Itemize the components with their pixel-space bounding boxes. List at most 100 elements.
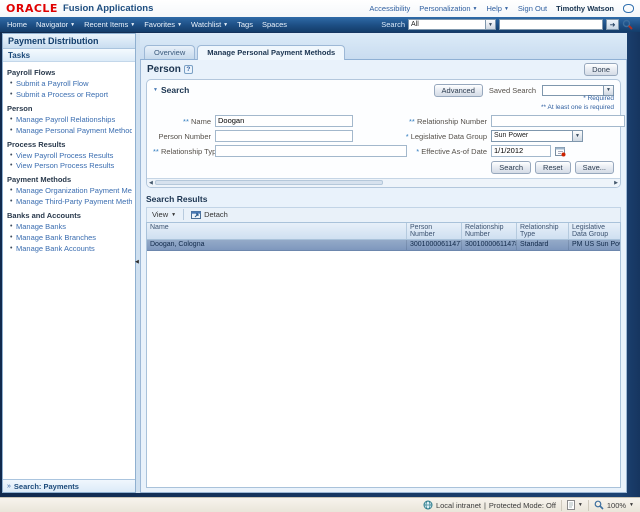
- bullet-icon: •: [10, 223, 13, 230]
- scrollbar-thumb[interactable]: [154, 180, 383, 186]
- results-table: Name Person Number Relationship Number R…: [146, 221, 621, 488]
- cell-person-number: 300100006114775: [407, 239, 462, 250]
- chevron-down-icon: ▼: [472, 5, 478, 12]
- oracle-logo: ORACLE: [6, 2, 58, 15]
- column-header-relationship-number[interactable]: Relationship Number: [462, 222, 517, 239]
- horizontal-scrollbar[interactable]: ◀ ▶: [147, 177, 620, 187]
- person-number-field[interactable]: [215, 129, 353, 142]
- task-link-view-payroll-process-results[interactable]: • View Payroll Process Results: [7, 151, 132, 162]
- task-link-manage-banks[interactable]: • Manage Banks: [7, 222, 132, 233]
- personalization-menu[interactable]: Personalization ▼: [419, 4, 477, 13]
- collapse-sidebar-icon[interactable]: ◀: [135, 259, 139, 265]
- search-input[interactable]: [499, 19, 603, 30]
- advanced-search-icon[interactable]: [622, 19, 633, 30]
- chevron-down-icon: ▼: [604, 84, 614, 96]
- chevron-down-icon: ▼: [70, 21, 76, 28]
- task-link-submit-process-report[interactable]: • Submit a Process or Report: [7, 90, 132, 101]
- logged-in-user: Timothy Watson: [556, 4, 614, 13]
- relationship-number-field[interactable]: [491, 114, 625, 127]
- task-link-manage-organization-payment-methods[interactable]: •Manage Organization Payment Methods: [7, 186, 132, 197]
- page-options[interactable]: ▼: [566, 500, 583, 510]
- advanced-button[interactable]: Advanced: [433, 83, 483, 97]
- search-go-button[interactable]: ➜: [606, 19, 619, 30]
- detach-icon: [191, 210, 202, 220]
- page-icon: [566, 500, 575, 510]
- task-link-view-person-process-results[interactable]: • View Person Process Results: [7, 161, 132, 172]
- cell-relationship-type: Standard: [517, 239, 569, 250]
- chevron-down-icon: ▼: [577, 502, 583, 508]
- name-field[interactable]: [215, 114, 353, 127]
- nav-navigator[interactable]: Navigator ▼: [36, 20, 75, 29]
- accessibility-link[interactable]: Accessibility: [369, 4, 410, 13]
- status-divider: |: [483, 500, 486, 510]
- task-link-manage-personal-payment-methods[interactable]: • Manage Personal Payment Methods: [7, 126, 132, 137]
- scroll-left-icon[interactable]: ◀: [149, 180, 153, 186]
- effective-date-field[interactable]: [491, 144, 551, 157]
- done-button[interactable]: Done: [584, 63, 618, 76]
- task-link-manage-bank-accounts[interactable]: • Manage Bank Accounts: [7, 244, 132, 255]
- statusbar-separator: [587, 499, 589, 511]
- view-menu[interactable]: View ▼: [152, 210, 176, 219]
- tasks-list: Payroll Flows • Submit a Payroll Flow • Su…: [3, 62, 135, 479]
- section-title-process-results: Process Results: [7, 139, 66, 149]
- search-form: ** Name Person Number ** Relationship Ty…: [153, 114, 625, 159]
- sidebar-splitter[interactable]: ◀: [135, 33, 140, 493]
- search-results-title: Search Results: [146, 193, 208, 204]
- task-link-manage-bank-branches[interactable]: • Manage Bank Branches: [7, 233, 132, 244]
- sign-out-link[interactable]: Sign Out: [518, 4, 547, 13]
- column-header-person-number[interactable]: Person Number: [407, 222, 462, 239]
- main-area: Payment Distribution Tasks Payroll Flows…: [0, 32, 640, 497]
- search-button[interactable]: Search: [491, 160, 532, 174]
- bullet-icon: •: [10, 126, 13, 134]
- column-header-name[interactable]: Name: [147, 222, 407, 239]
- task-link-submit-payroll-flow[interactable]: • Submit a Payroll Flow: [7, 79, 132, 90]
- calendar-icon[interactable]: [555, 146, 566, 157]
- content-region: Overview Manage Personal Payment Methods…: [140, 33, 627, 493]
- table-row[interactable]: Doogan, Cologna 300100006114775 30010000…: [147, 239, 620, 251]
- page-header: Person ? Done: [141, 60, 626, 78]
- bullet-icon: •: [10, 162, 13, 170]
- detach-button[interactable]: Detach: [191, 210, 228, 220]
- nav-tags[interactable]: Tags: [237, 20, 253, 29]
- task-link-manage-payroll-relationships[interactable]: • Manage Payroll Relationships: [7, 115, 132, 126]
- sidebar-title: Payment Distribution: [3, 34, 135, 49]
- bullet-icon: •: [10, 115, 13, 123]
- help-menu[interactable]: Help ▼: [487, 4, 509, 13]
- table-empty-area: [147, 250, 620, 487]
- search-label: Search: [381, 20, 405, 29]
- nav-recent-items[interactable]: Recent Items ▼: [84, 20, 135, 29]
- legislative-data-group-select[interactable]: Sun Power ▼: [491, 129, 583, 142]
- user-avatar-icon[interactable]: [623, 4, 634, 13]
- column-header-relationship-type[interactable]: Relationship Type: [517, 222, 569, 239]
- toolbar-separator: [183, 209, 185, 221]
- nav-favorites[interactable]: Favorites ▼: [144, 20, 182, 29]
- at-least-one-note: ** At least one is required: [541, 103, 614, 111]
- task-link-manage-third-party-payment-methods[interactable]: • Manage Third-Party Payment Methods: [7, 197, 132, 208]
- effective-date-label: * Effective As-of Date: [416, 146, 487, 156]
- tab-overview[interactable]: Overview: [144, 45, 196, 59]
- saved-search-select[interactable]: ▼: [542, 84, 614, 96]
- nav-spaces[interactable]: Spaces: [262, 20, 287, 29]
- nav-home[interactable]: Home: [7, 20, 27, 29]
- cell-name: Doogan, Cologna: [147, 239, 407, 250]
- nav-watchlist[interactable]: Watchlist ▼: [191, 20, 228, 29]
- help-icon[interactable]: ?: [183, 65, 193, 74]
- zoom-control[interactable]: 100% ▼: [594, 500, 634, 510]
- search-payments-collapsed-panel[interactable]: » Search: Payments: [3, 479, 135, 492]
- tasks-header: Tasks: [3, 49, 135, 62]
- global-links: Accessibility Personalization ▼ Help ▼ Sig…: [369, 4, 634, 13]
- collapse-search-icon[interactable]: ▼: [153, 87, 158, 93]
- search-results-section: Search Results View ▼ Detach Name Person…: [146, 192, 621, 488]
- column-header-legislative-data-group[interactable]: Legislative Data Group: [569, 223, 620, 239]
- search-scope-select[interactable]: All ▼: [408, 19, 496, 30]
- saved-search-label: Saved Search: [488, 85, 536, 95]
- results-toolbar: View ▼ Detach: [146, 206, 621, 222]
- reset-button[interactable]: Reset: [535, 160, 571, 174]
- section-title-banks-accounts: Banks and Accounts: [7, 211, 81, 220]
- tab-strip: Overview Manage Personal Payment Methods: [140, 33, 627, 60]
- scroll-right-icon[interactable]: ▶: [614, 180, 618, 186]
- tab-manage-personal-payment-methods[interactable]: Manage Personal Payment Methods: [197, 45, 346, 60]
- chevron-down-icon: ▼: [177, 21, 183, 28]
- person-number-label: Person Number: [158, 131, 211, 141]
- save-button[interactable]: Save...: [574, 160, 614, 174]
